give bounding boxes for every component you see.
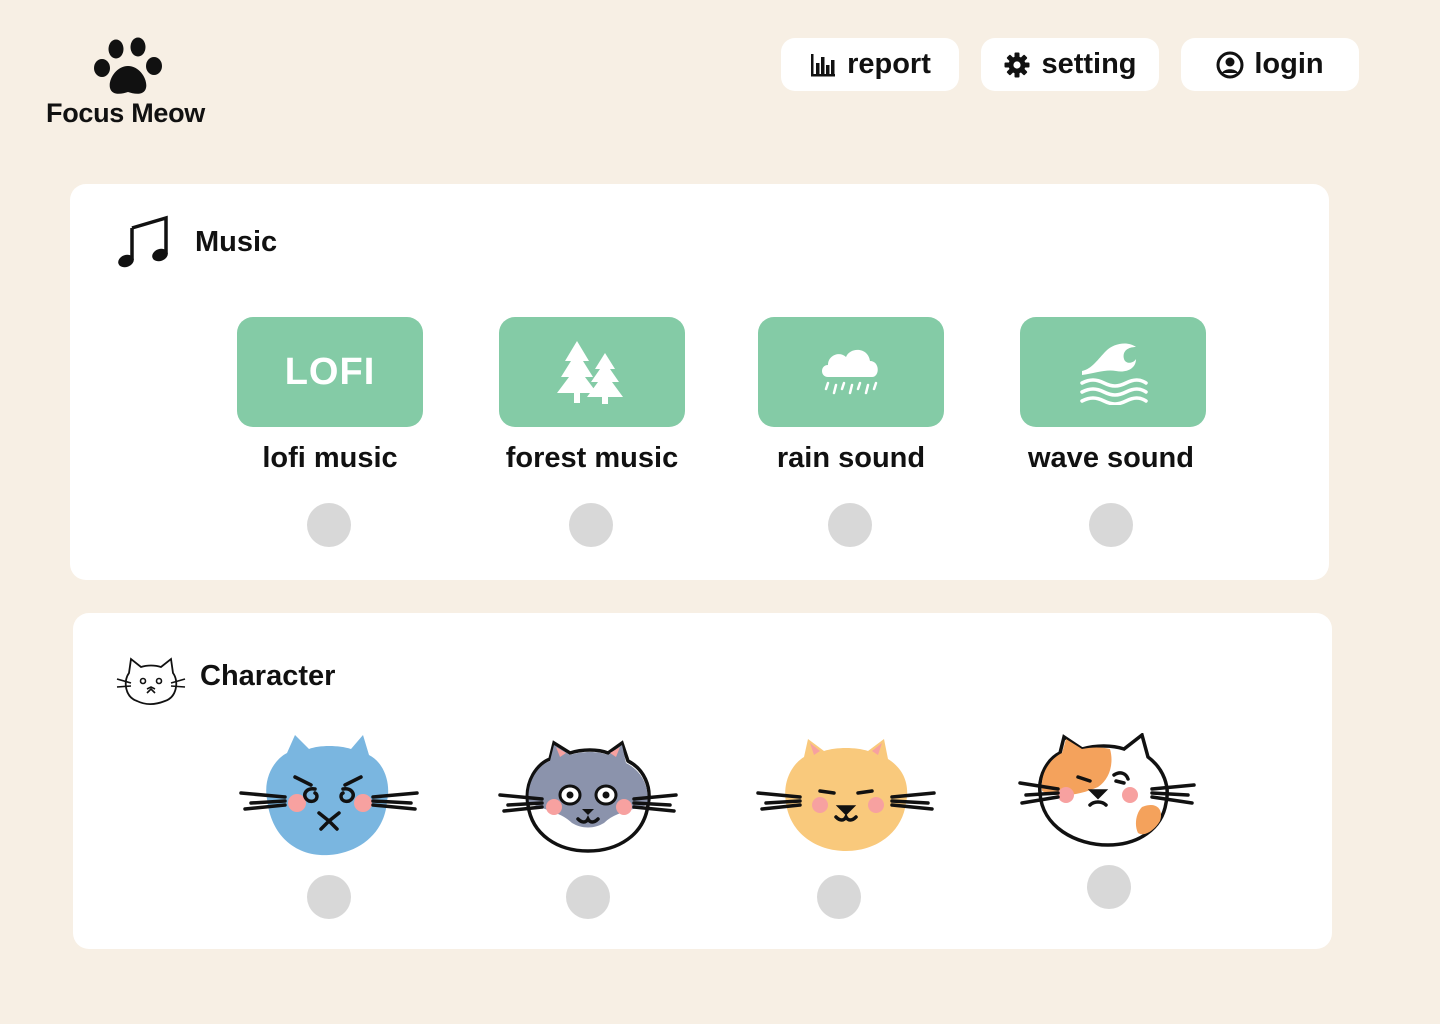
forest-music-radio[interactable] xyxy=(569,503,613,547)
login-button[interactable]: login xyxy=(1181,38,1359,91)
orange-cat-option[interactable] xyxy=(756,733,936,863)
report-label: report xyxy=(847,48,931,80)
gray-tuxedo-cat-radio[interactable] xyxy=(566,875,610,919)
pine-trees-icon xyxy=(557,341,623,404)
cat-face-icon xyxy=(116,657,186,705)
app-name: Focus Meow xyxy=(46,98,206,128)
blue-cat-icon xyxy=(239,735,419,856)
calico-cat-radio[interactable] xyxy=(1087,865,1131,909)
calico-cat-icon xyxy=(1018,732,1196,847)
setting-button[interactable]: setting xyxy=(981,38,1159,91)
lofi-music-label: lofi music xyxy=(262,442,398,474)
calico-cat-option[interactable] xyxy=(1018,732,1198,863)
orange-cat-radio[interactable] xyxy=(817,875,861,919)
wave-sound-label: wave sound xyxy=(1028,442,1194,474)
gear-icon xyxy=(1004,52,1030,77)
forest-music-label: forest music xyxy=(505,442,679,474)
user-circle-icon xyxy=(1216,51,1244,78)
lofi-tile-text: LOFI xyxy=(284,350,376,393)
character-card: Character xyxy=(73,613,1332,949)
wave-sound-tile[interactable] xyxy=(1020,317,1206,427)
lofi-music-tile[interactable]: LOFI xyxy=(237,317,423,427)
character-title: Character xyxy=(200,660,336,692)
blue-cat-radio[interactable] xyxy=(307,875,351,919)
rain-sound-label: rain sound xyxy=(776,442,926,474)
report-button[interactable]: report xyxy=(781,38,959,91)
forest-music-tile[interactable] xyxy=(499,317,685,427)
wave-icon xyxy=(1080,343,1148,405)
bar-chart-icon xyxy=(811,53,836,76)
music-title: Music xyxy=(195,226,278,258)
app-logo: Focus Meow xyxy=(46,36,226,128)
gray-tuxedo-cat-icon xyxy=(498,740,678,853)
setting-label: setting xyxy=(1041,48,1137,80)
rain-cloud-icon xyxy=(822,349,878,395)
lofi-music-radio[interactable] xyxy=(307,503,351,547)
music-card: Music LOFI lofi music forest music rain … xyxy=(70,184,1329,580)
paw-icon xyxy=(94,37,162,94)
blue-cat-option[interactable] xyxy=(239,733,419,863)
orange-cat-icon xyxy=(756,739,936,851)
wave-sound-radio[interactable] xyxy=(1089,503,1133,547)
login-label: login xyxy=(1254,48,1324,80)
music-note-icon xyxy=(118,215,168,268)
rain-sound-radio[interactable] xyxy=(828,503,872,547)
gray-tuxedo-cat-option[interactable] xyxy=(498,733,678,863)
rain-sound-tile[interactable] xyxy=(758,317,944,427)
